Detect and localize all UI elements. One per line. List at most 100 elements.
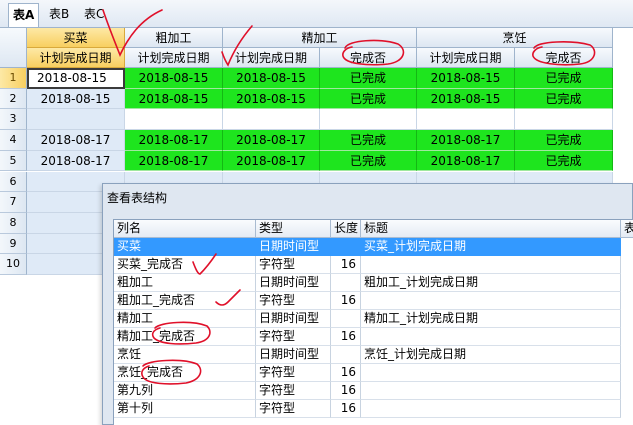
table-cell[interactable]: 2018-08-15 [223, 88, 320, 110]
table-cell[interactable]: 已完成 [515, 130, 613, 151]
column-header-2[interactable]: 计划完成日期 [125, 48, 223, 68]
table-cell[interactable]: 已完成 [320, 68, 417, 89]
table-cell[interactable]: 2018-08-15 [125, 68, 223, 89]
structure-cell-type: 字符型 [256, 292, 331, 310]
structure-cell-caption: 精加工_计划完成日期 [361, 310, 621, 328]
structure-cell-length: 16 [331, 400, 361, 418]
table-cell[interactable]: 2018-08-17 [417, 150, 515, 172]
table-cell[interactable]: 已完成 [320, 150, 417, 172]
table-cell[interactable]: 2018-08-15 [417, 88, 515, 110]
structure-cell-type: 日期时间型 [256, 310, 331, 328]
structure-cell-name: 粗加工_完成否 [114, 292, 256, 310]
table-cell[interactable]: 2018-08-17 [125, 150, 223, 172]
structure-cell-length: 16 [331, 364, 361, 382]
structure-cell-name: 烹饪 [114, 346, 256, 364]
group-header-4[interactable]: 烹饪 [417, 28, 613, 48]
table-cell[interactable] [27, 109, 125, 131]
row-header-8[interactable]: 8 [0, 212, 27, 234]
structure-cell-caption [361, 292, 621, 310]
table-cell[interactable]: 已完成 [515, 150, 613, 172]
structure-cell-caption [361, 256, 621, 274]
structure-cell-type: 字符型 [256, 364, 331, 382]
structure-column-header-1[interactable]: 列名 [114, 220, 256, 238]
structure-cell-caption [361, 328, 621, 346]
table-cell[interactable]: 2018-08-17 [125, 130, 223, 151]
grid-corner[interactable] [0, 28, 27, 68]
column-header-6[interactable]: 完成否 [515, 48, 613, 68]
tab-sheet-a[interactable]: 表A [8, 3, 40, 27]
structure-cell-length [331, 346, 361, 364]
structure-cell-length: 16 [331, 292, 361, 310]
structure-cell-name: 第十列 [114, 400, 256, 418]
row-header-7[interactable]: 7 [0, 192, 27, 213]
structure-table: 列名类型长度标题表买菜日期时间型买菜_计划完成日期买菜_完成否字符型16粗加工日… [113, 219, 633, 425]
structure-cell-caption [361, 382, 621, 400]
structure-cell-name: 精加工_完成否 [114, 328, 256, 346]
column-header-3[interactable]: 计划完成日期 [223, 48, 320, 68]
structure-column-header-4[interactable]: 标题 [361, 220, 621, 238]
structure-cell-name: 粗加工 [114, 274, 256, 292]
group-header-2[interactable]: 粗加工 [125, 28, 223, 48]
table-cell[interactable]: 已完成 [320, 88, 417, 110]
column-header-5[interactable]: 计划完成日期 [417, 48, 515, 68]
table-cell[interactable]: 2018-08-15 [417, 68, 515, 89]
structure-cell-type: 字符型 [256, 400, 331, 418]
tab-sheet-b[interactable]: 表B [45, 3, 73, 27]
structure-cell-caption: 烹饪_计划完成日期 [361, 346, 621, 364]
table-cell[interactable]: 2018-08-15 [125, 88, 223, 110]
group-header-1[interactable]: 买菜 [27, 28, 125, 48]
table-cell[interactable] [223, 109, 320, 131]
row-header-3[interactable]: 3 [0, 109, 27, 131]
structure-column-header-5[interactable]: 表 [621, 220, 633, 238]
structure-cell-caption: 粗加工_计划完成日期 [361, 274, 621, 292]
dialog-title: 查看表结构 [107, 191, 168, 205]
structure-cell-type: 字符型 [256, 328, 331, 346]
structure-column-header-3[interactable]: 长度 [331, 220, 361, 238]
structure-cell-length: 16 [331, 256, 361, 274]
structure-cell-name: 买菜 [114, 238, 256, 256]
row-header-2[interactable]: 2 [0, 88, 27, 110]
column-header-4[interactable]: 完成否 [320, 48, 417, 68]
table-cell[interactable]: 2018-08-17 [223, 130, 320, 151]
structure-cell-caption [361, 400, 621, 418]
table-cell[interactable]: 已完成 [515, 88, 613, 110]
structure-cell-type: 日期时间型 [256, 238, 331, 256]
structure-cell-length: 16 [331, 382, 361, 400]
table-cell[interactable]: 已完成 [515, 68, 613, 89]
structure-cell-type: 日期时间型 [256, 274, 331, 292]
table-cell[interactable] [125, 109, 223, 131]
row-header-6[interactable]: 6 [0, 171, 27, 193]
structure-cell-caption: 买菜_计划完成日期 [361, 238, 621, 256]
structure-column-header-2[interactable]: 类型 [256, 220, 331, 238]
table-cell[interactable]: 2018-08-15 [27, 88, 125, 110]
structure-cell-name: 第九列 [114, 382, 256, 400]
table-cell[interactable] [515, 109, 613, 131]
structure-cell-name: 买菜_完成否 [114, 256, 256, 274]
structure-cell-caption [361, 364, 621, 382]
structure-cell-length [331, 238, 361, 256]
row-header-5[interactable]: 5 [0, 150, 27, 172]
table-cell[interactable] [417, 109, 515, 131]
structure-cell-length: 16 [331, 328, 361, 346]
structure-cell-name: 精加工 [114, 310, 256, 328]
table-cell[interactable]: 已完成 [320, 130, 417, 151]
structure-cell-type: 字符型 [256, 382, 331, 400]
table-cell[interactable]: 2018-08-17 [27, 130, 125, 151]
table-cell[interactable]: 2018-08-15 [223, 68, 320, 89]
row-header-1[interactable]: 1 [0, 68, 27, 89]
row-header-4[interactable]: 4 [0, 130, 27, 151]
row-header-9[interactable]: 9 [0, 233, 27, 255]
table-cell[interactable]: 2018-08-17 [223, 150, 320, 172]
tab-sheet-c[interactable]: 表C [80, 3, 108, 27]
table-cell[interactable]: 2018-08-17 [27, 150, 125, 172]
structure-cell-type: 日期时间型 [256, 346, 331, 364]
table-cell[interactable]: 2018-08-15 [27, 68, 125, 89]
column-header-1[interactable]: 计划完成日期 [27, 48, 125, 68]
table-cell[interactable]: 2018-08-17 [417, 130, 515, 151]
group-header-3[interactable]: 精加工 [223, 28, 417, 48]
sheet-tab-bar: 表A 表B 表C [0, 0, 633, 28]
structure-cell-length [331, 274, 361, 292]
row-header-10[interactable]: 10 [0, 254, 27, 275]
structure-cell-type: 字符型 [256, 256, 331, 274]
table-cell[interactable] [320, 109, 417, 131]
